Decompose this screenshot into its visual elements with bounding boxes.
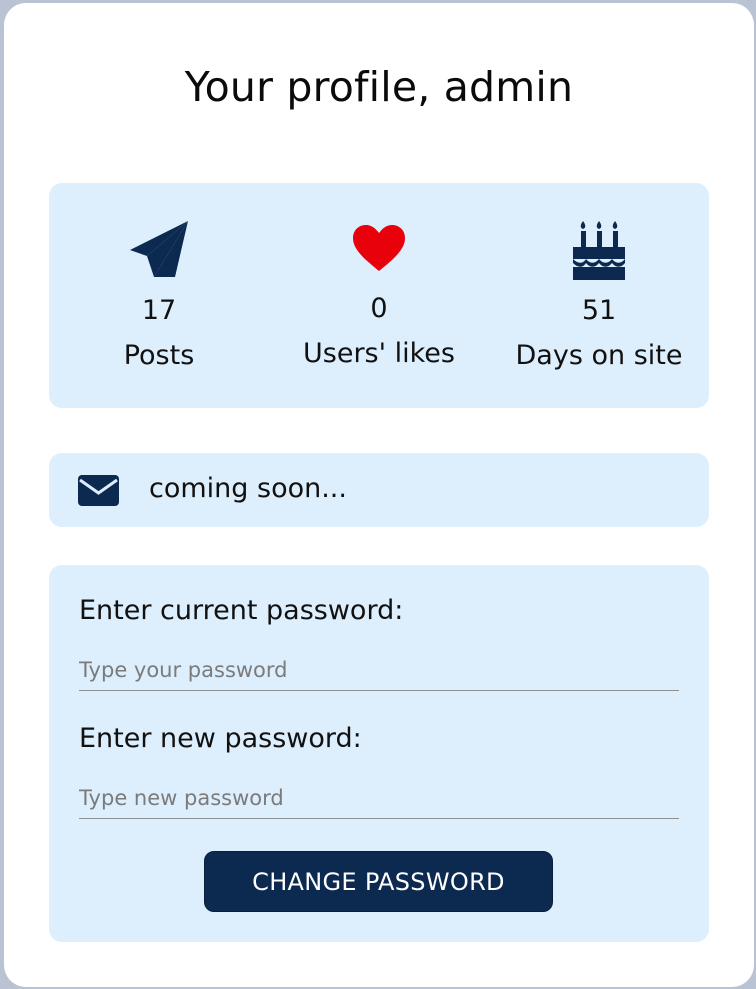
stats-panel: 17 Posts 0 Users' likes 51 Days on site <box>49 183 709 408</box>
heart-icon <box>351 223 407 277</box>
posts-label: Posts <box>123 340 195 371</box>
days-count: 51 <box>581 295 617 326</box>
likes-count: 0 <box>370 293 388 324</box>
stat-likes: 0 Users' likes <box>269 183 489 408</box>
new-password-input[interactable] <box>79 777 679 819</box>
change-password-button[interactable]: CHANGE PASSWORD <box>204 851 553 912</box>
envelope-icon <box>78 475 119 510</box>
new-password-label: Enter new password: <box>79 723 362 754</box>
birthday-cake-icon <box>571 219 627 285</box>
current-password-label: Enter current password: <box>79 595 404 626</box>
likes-label: Users' likes <box>303 338 455 369</box>
stat-days: 51 Days on site <box>489 183 709 408</box>
messages-panel: coming soon... <box>49 453 709 527</box>
messages-status-text: coming soon... <box>149 473 347 504</box>
password-panel: Enter current password: Enter new passwo… <box>49 565 709 942</box>
posts-count: 17 <box>141 295 177 326</box>
page-title: Your profile, admin <box>184 63 574 111</box>
stat-posts: 17 Posts <box>49 183 269 408</box>
current-password-input[interactable] <box>79 649 679 691</box>
paper-plane-icon <box>128 219 190 285</box>
profile-card: Your profile, admin 17 Posts 0 Users' li… <box>4 3 754 987</box>
days-label: Days on site <box>515 340 683 371</box>
